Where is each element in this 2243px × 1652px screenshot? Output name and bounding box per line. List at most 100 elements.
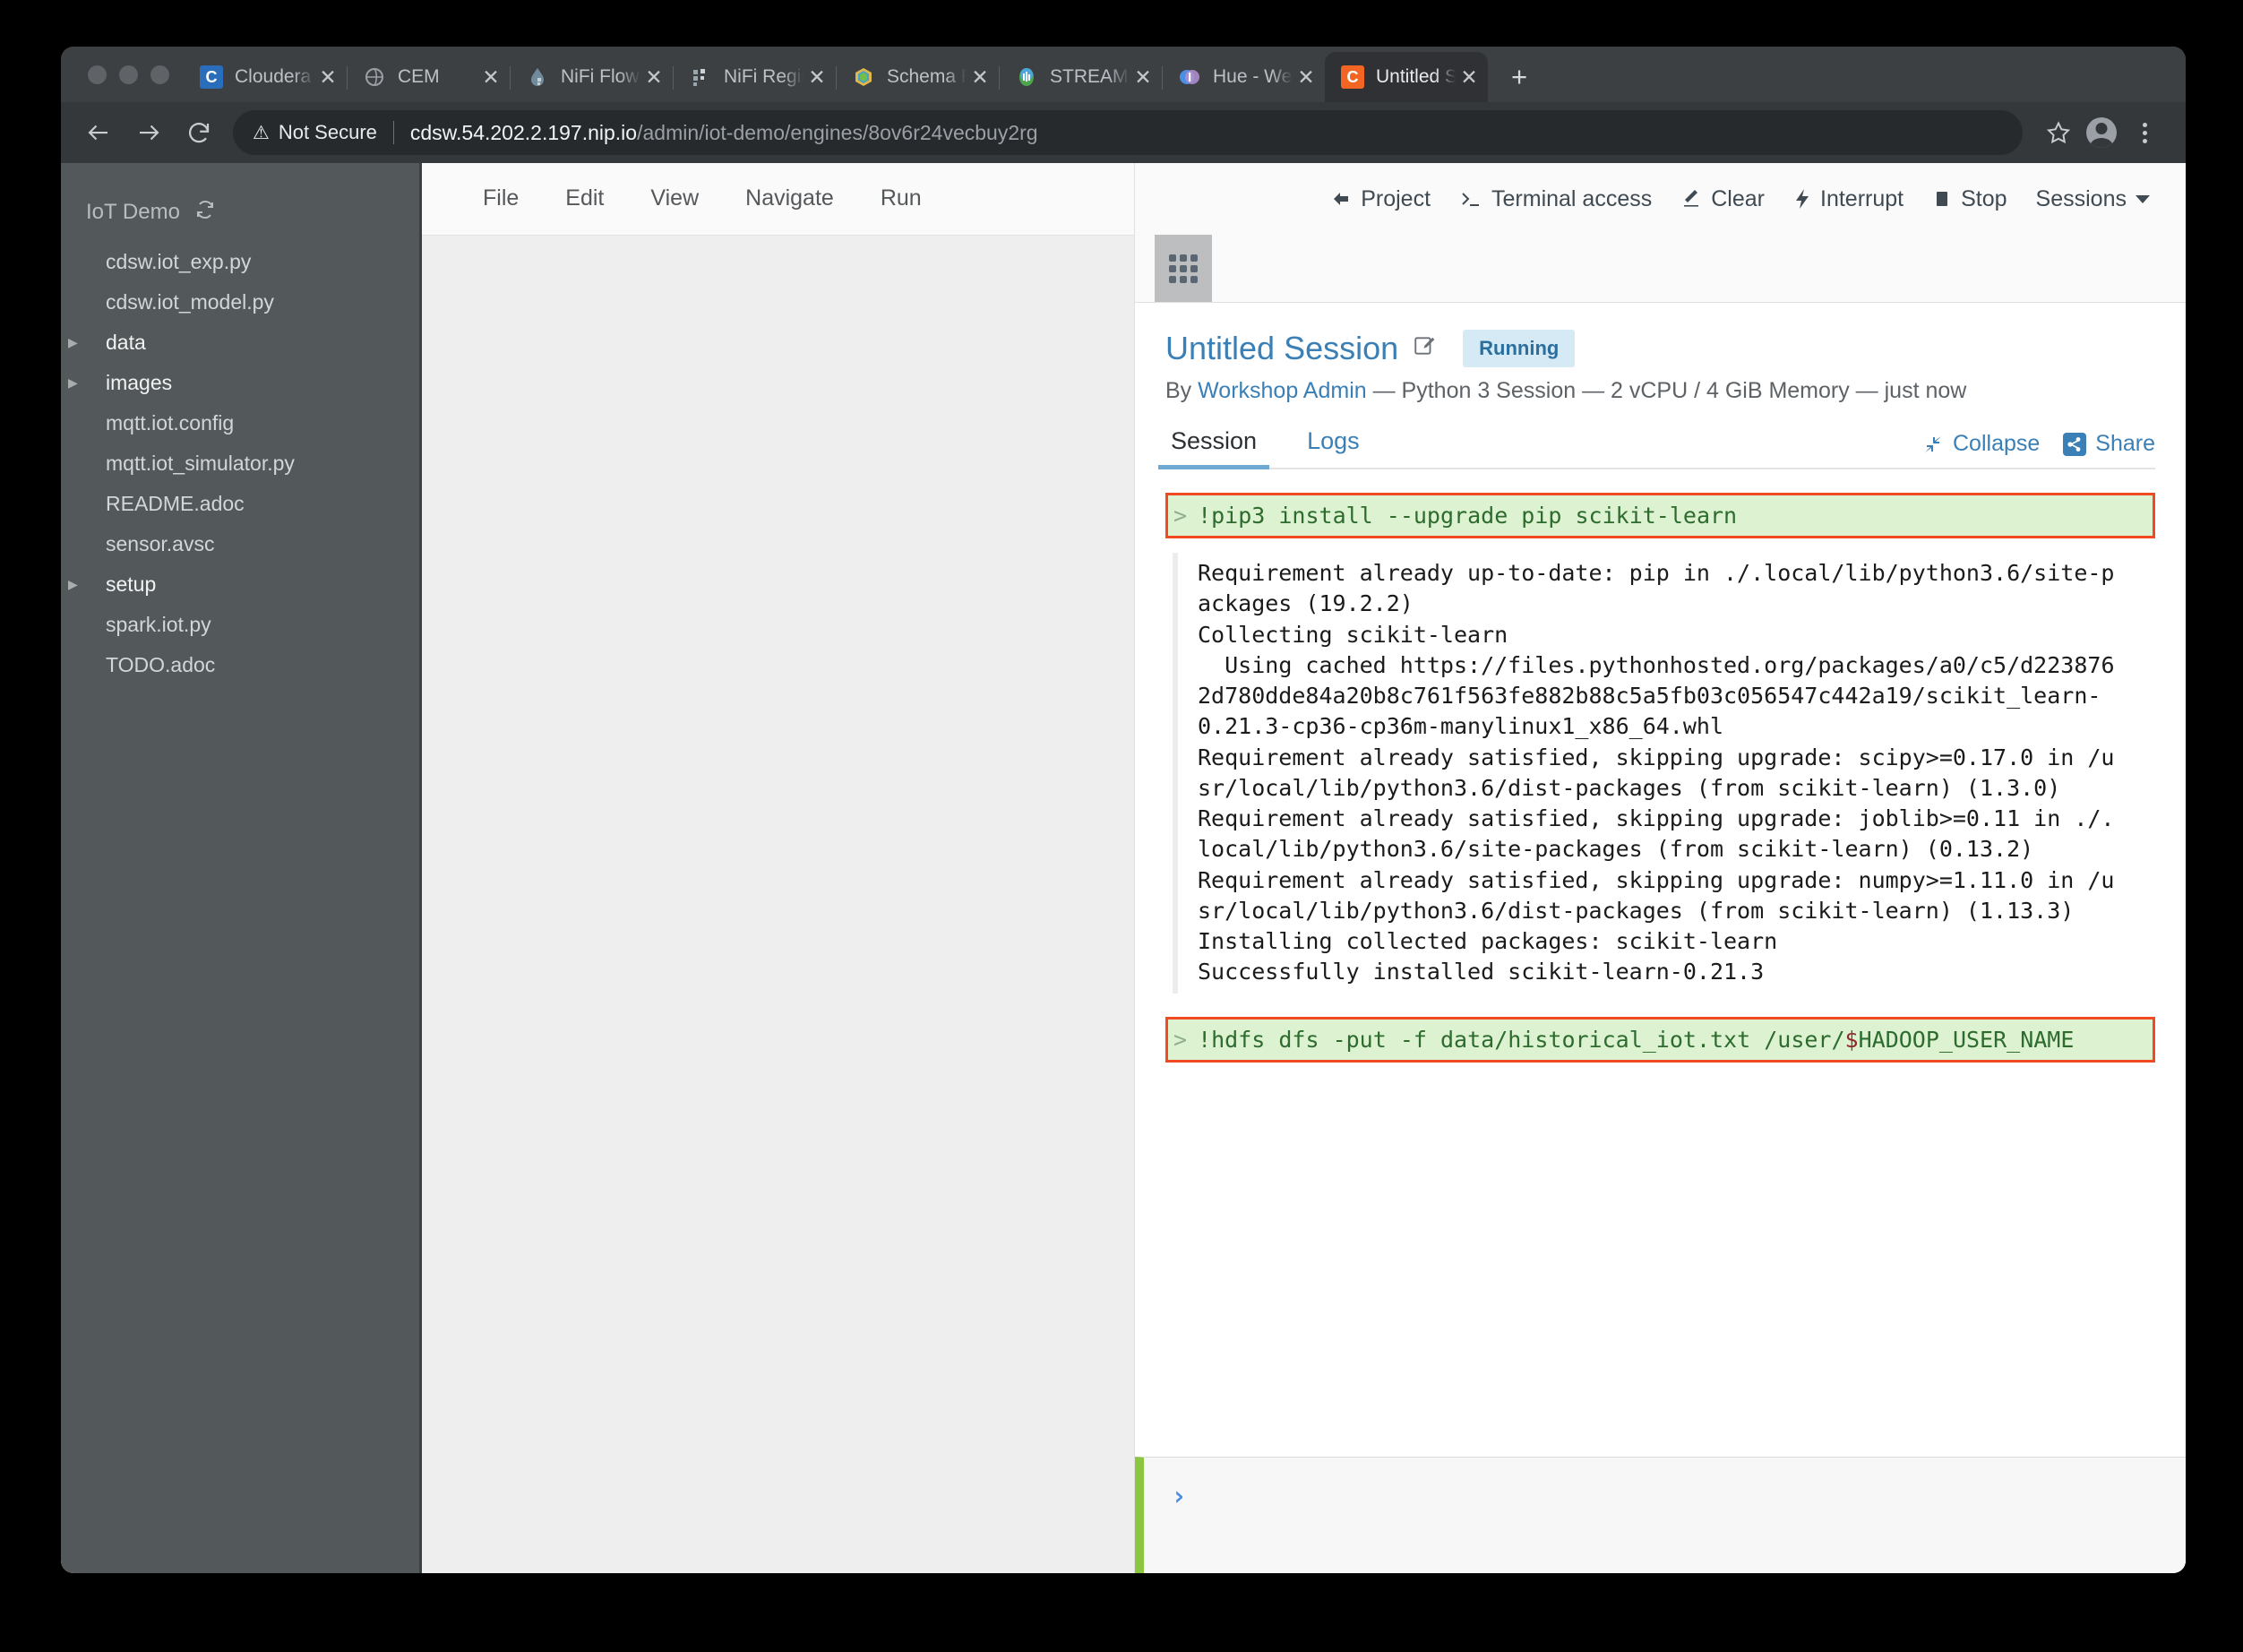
menu-navigate[interactable]: Navigate — [722, 185, 857, 211]
terminal-access-button[interactable]: Terminal access — [1445, 186, 1666, 212]
browser-tab-hue[interactable]: Hue - Welc ✕ — [1162, 52, 1326, 102]
sidebar-item-mqtt-iot-config[interactable]: ▶ mqtt.iot.config — [61, 403, 419, 443]
console-command-cell-1[interactable]: > !pip3 install --upgrade pip scikit-lea… — [1165, 493, 2155, 538]
browser-menu-button[interactable] — [2123, 111, 2166, 154]
browser-tab-streams-messaging[interactable]: STREAMS M ✕ — [999, 52, 1163, 102]
file-label: sensor.avsc — [106, 532, 215, 555]
console-input-area[interactable]: › — [1135, 1457, 2186, 1573]
bookmark-star-icon[interactable] — [2037, 111, 2080, 154]
sidebar-item-cdsw-iot-model[interactable]: ▶ cdsw.iot_model.py — [61, 282, 419, 323]
button-label: Share — [2095, 431, 2155, 456]
button-label: Sessions — [2035, 185, 2127, 211]
sidebar-item-spark-iot[interactable]: ▶ spark.iot.py — [61, 605, 419, 645]
console-toolbar: Project Terminal access Clear Interrupt … — [1135, 163, 2186, 235]
tab-label: Schema Re — [887, 66, 968, 87]
console-command-cell-2[interactable]: > !hdfs dfs -put -f data/historical_iot.… — [1165, 1016, 2155, 1063]
close-icon[interactable]: ✕ — [642, 66, 666, 88]
close-window-button[interactable] — [88, 65, 107, 84]
prompt-chevron-icon: > — [1173, 1026, 1188, 1053]
sidebar-item-data[interactable]: ▶ data — [61, 323, 419, 363]
session-title[interactable]: Untitled Session — [1165, 330, 1398, 367]
refresh-icon[interactable] — [194, 199, 216, 226]
chevron-right-icon[interactable]: ▶ — [68, 577, 88, 592]
tab-session[interactable]: Session — [1157, 427, 1270, 469]
tab-label: Cloudera M — [235, 66, 316, 87]
close-icon[interactable]: ✕ — [316, 66, 339, 88]
project-name: IoT Demo — [86, 200, 180, 224]
sidebar-item-sensor-avsc[interactable]: ▶ sensor.avsc — [61, 524, 419, 564]
url-host: cdsw.54.202.2.197.nip.io — [409, 120, 638, 144]
tab-logs[interactable]: Logs — [1302, 427, 1365, 468]
maximize-window-button[interactable] — [150, 65, 169, 84]
meta-prefix: By — [1165, 378, 1192, 403]
close-icon[interactable]: ✕ — [1457, 66, 1481, 88]
session-author-link[interactable]: Workshop Admin — [1198, 378, 1367, 403]
avatar — [2086, 117, 2117, 148]
chevron-right-icon[interactable]: ▶ — [68, 335, 88, 350]
close-icon[interactable]: ✕ — [1131, 66, 1155, 88]
command-variable-name: HADOOP_USER_NAME — [1858, 1026, 2075, 1053]
back-button[interactable] — [73, 108, 124, 158]
sidebar-item-setup[interactable]: ▶ setup — [61, 564, 419, 605]
console-output-area[interactable]: > !pip3 install --upgrade pip scikit-lea… — [1135, 469, 2186, 1457]
sidebar-item-readme[interactable]: ▶ README.adoc — [61, 484, 419, 524]
close-icon[interactable]: ✕ — [968, 66, 992, 88]
minimize-window-button[interactable] — [119, 65, 138, 84]
project-file-sidebar: IoT Demo ▶ cdsw.iot_exp.py ▶ cdsw.iot_mo… — [61, 163, 419, 1573]
profile-avatar[interactable] — [2080, 111, 2123, 154]
browser-tab-untitled-session[interactable]: C Untitled Se ✕ — [1325, 52, 1488, 102]
browser-tab-cloudera-manager[interactable]: C Cloudera M ✕ — [184, 52, 348, 102]
reload-button[interactable] — [174, 108, 224, 158]
browser-tab-nifi-registry[interactable]: NiFi Registr ✕ — [673, 52, 837, 102]
sidebar-item-cdsw-iot-exp[interactable]: ▶ cdsw.iot_exp.py — [61, 242, 419, 282]
app-grid-button[interactable] — [1155, 235, 1212, 302]
bolt-icon — [1793, 188, 1811, 210]
file-label: spark.iot.py — [106, 613, 211, 636]
chevron-right-icon[interactable]: ▶ — [68, 375, 88, 391]
menu-file[interactable]: File — [460, 185, 542, 211]
file-label: cdsw.iot_model.py — [106, 290, 274, 314]
sidebar-item-images[interactable]: ▶ images — [61, 363, 419, 403]
not-secure-warning-icon: ⚠ — [253, 122, 270, 143]
schema-registry-icon — [852, 65, 875, 89]
browser-tab-nifi-flow[interactable]: NiFi Flow ✕ — [510, 52, 674, 102]
close-icon[interactable]: ✕ — [479, 66, 503, 88]
clear-button[interactable]: Clear — [1666, 186, 1779, 212]
browser-tab-schema-registry[interactable]: Schema Re ✕ — [836, 52, 1000, 102]
command-variable-sigil: $ — [1844, 1026, 1859, 1053]
project-back-button[interactable]: Project — [1316, 186, 1445, 212]
button-label: Clear — [1711, 185, 1765, 211]
cem-icon — [363, 65, 386, 89]
tab-label: Untitled Se — [1376, 66, 1457, 87]
menu-edit[interactable]: Edit — [542, 185, 627, 211]
close-icon[interactable]: ✕ — [805, 66, 829, 88]
cloudera-icon: C — [200, 65, 223, 89]
kebab-menu-icon — [2142, 122, 2147, 143]
folder-label: images — [106, 371, 173, 394]
url-path: /admin/iot-demo/engines/8ov6r24vecbuy2rg — [637, 120, 1038, 144]
new-tab-button[interactable]: + — [1495, 52, 1543, 102]
edit-pencil-icon[interactable] — [1413, 334, 1436, 364]
menu-run[interactable]: Run — [857, 185, 945, 211]
tab-label: NiFi Registr — [724, 66, 805, 87]
command-text: !pip3 install --upgrade pip scikit-learn — [1198, 503, 1738, 529]
security-status-label: Not Secure — [278, 121, 377, 143]
collapse-button[interactable]: Collapse — [1922, 431, 2040, 457]
share-button[interactable]: Share — [2063, 431, 2155, 457]
close-icon[interactable]: ✕ — [1294, 66, 1318, 88]
sidebar-item-mqtt-iot-simulator[interactable]: ▶ mqtt.iot_simulator.py — [61, 443, 419, 484]
tab-label: Hue - Welc — [1213, 66, 1294, 87]
interrupt-button[interactable]: Interrupt — [1779, 186, 1918, 212]
editor-canvas[interactable] — [422, 235, 1134, 1573]
sidebar-item-todo-adoc[interactable]: ▶ TODO.adoc — [61, 645, 419, 685]
omnibox-divider — [392, 121, 394, 144]
browser-tab-cem[interactable]: CEM ✕ — [347, 52, 511, 102]
address-bar[interactable]: ⚠ Not Secure cdsw.54.202.2.197.nip.io/ad… — [233, 110, 2023, 155]
button-label: Interrupt — [1820, 185, 1904, 211]
forward-button[interactable] — [124, 108, 174, 158]
tab-label: STREAMS M — [1050, 66, 1131, 87]
stop-button[interactable]: Stop — [1918, 186, 2021, 212]
share-icon — [2063, 432, 2087, 456]
menu-view[interactable]: View — [627, 185, 722, 211]
sessions-dropdown[interactable]: Sessions — [2022, 186, 2164, 212]
